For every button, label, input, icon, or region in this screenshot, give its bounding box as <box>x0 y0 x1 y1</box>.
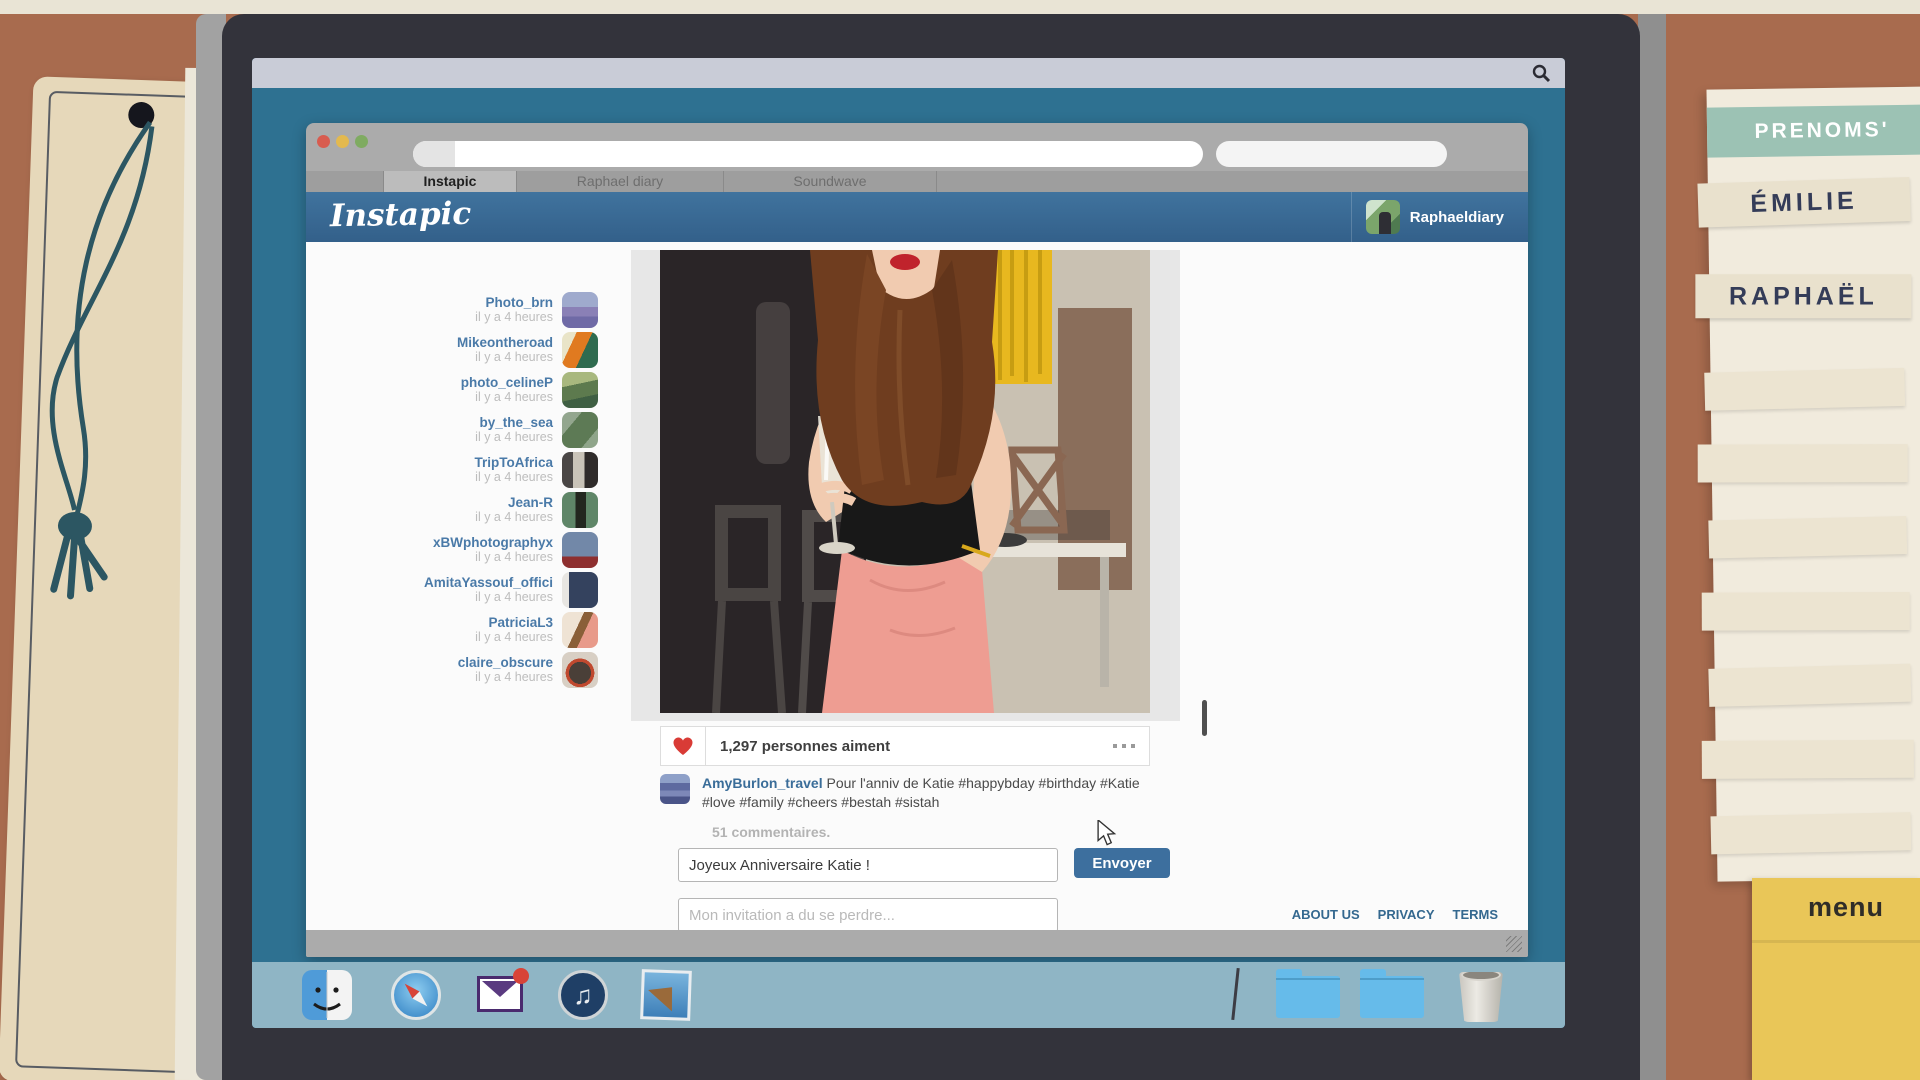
likes-count: 1,297 personnes aiment <box>706 738 890 755</box>
screen: Instapic Raphael diary Soundwave Instapi… <box>252 58 1565 1028</box>
list-item[interactable]: Jean-Ril y a 4 heures <box>306 490 598 530</box>
folder-icon[interactable] <box>1360 976 1424 1018</box>
page-footer: ABOUT US PRIVACY TERMS <box>1292 907 1498 922</box>
likes-bar: 1,297 personnes aiment <box>660 726 1150 766</box>
user-thumb[interactable] <box>562 452 598 488</box>
monitor: Instapic Raphael diary Soundwave Instapi… <box>222 14 1640 1080</box>
send-comment-button[interactable]: Envoyer <box>1074 848 1170 878</box>
tab-raphael-diary[interactable]: Raphael diary <box>516 171 724 192</box>
finder-icon[interactable] <box>302 970 352 1020</box>
comment-compose-row: Envoyer <box>678 848 1180 882</box>
os-menubar <box>252 58 1565 88</box>
browser-statusbar <box>306 930 1528 957</box>
instapic-page: Instapic Raphaeldiary Photo_brnil y a 4 … <box>306 192 1528 930</box>
user-thumb[interactable] <box>562 292 598 328</box>
address-bar[interactable] <box>413 141 1203 167</box>
recent-users-list: Photo_brnil y a 4 heures Mikeontheroadil… <box>306 290 598 690</box>
author-avatar[interactable] <box>660 774 690 804</box>
page-scrollbar[interactable] <box>1202 700 1207 736</box>
names-panel: PRENOMS' ÉMILIE RAPHAËL <box>1706 86 1920 881</box>
mouse-cursor <box>1096 820 1118 846</box>
comment-input[interactable] <box>678 848 1058 882</box>
browser-window: Instapic Raphael diary Soundwave Instapi… <box>306 123 1528 957</box>
trash-icon[interactable] <box>1459 972 1503 1022</box>
name-tape-emilie: ÉMILIE <box>1697 177 1910 228</box>
browser-search-field[interactable] <box>1216 141 1447 167</box>
list-item[interactable]: by_the_seail y a 4 heures <box>306 410 598 450</box>
account-avatar <box>1366 200 1400 234</box>
user-thumb[interactable] <box>562 412 598 448</box>
user-thumb[interactable] <box>562 652 598 688</box>
tab-instapic[interactable]: Instapic <box>383 171 517 192</box>
post-photo[interactable] <box>660 250 1150 713</box>
instapic-header: Instapic Raphaeldiary <box>306 192 1528 242</box>
blank-tape <box>1702 740 1914 779</box>
mail-icon[interactable] <box>475 970 525 1020</box>
tab-soundwave[interactable]: Soundwave <box>723 171 937 192</box>
footer-link-terms[interactable]: TERMS <box>1453 907 1499 922</box>
zoom-window-button[interactable] <box>355 135 368 148</box>
account-menu[interactable]: Raphaeldiary <box>1351 192 1518 242</box>
blank-tape <box>1698 444 1908 482</box>
dock: ♫ <box>252 962 1565 1028</box>
user-thumb[interactable] <box>562 372 598 408</box>
blank-tape <box>1702 592 1910 631</box>
favicon-slot <box>413 141 455 167</box>
blank-tape <box>1710 812 1911 854</box>
second-comment-input[interactable] <box>678 898 1058 930</box>
magnifier-icon[interactable] <box>1531 63 1551 83</box>
user-thumb[interactable] <box>562 492 598 528</box>
resize-handle-icon[interactable] <box>1506 936 1522 952</box>
author-name[interactable]: AmyBurlon_travel <box>702 775 823 791</box>
user-thumb[interactable] <box>562 332 598 368</box>
sticky-note-crease <box>1752 940 1920 943</box>
list-item[interactable]: Mikeontheroadil y a 4 heures <box>306 330 598 370</box>
post-caption: AmyBurlon_travel Pour l'anniv de Katie #… <box>660 774 1150 812</box>
like-button[interactable] <box>661 727 706 765</box>
list-item[interactable]: claire_obscureil y a 4 heures <box>306 650 598 690</box>
safari-icon[interactable] <box>391 970 441 1020</box>
names-panel-title: PRENOMS' <box>1707 104 1920 157</box>
dock-divider <box>1231 968 1239 1020</box>
monitor-edge-right <box>1638 14 1666 1080</box>
list-item[interactable]: AmitaYassouf_officiil y a 4 heures <box>306 570 598 610</box>
list-item[interactable]: TripToAfricail y a 4 heures <box>306 450 598 490</box>
photo-frame <box>631 250 1180 721</box>
minimize-window-button[interactable] <box>336 135 349 148</box>
blank-tape <box>1708 664 1911 707</box>
post-options-icon[interactable] <box>1113 744 1135 748</box>
sticky-note-menu[interactable]: menu <box>1752 878 1920 1080</box>
wall-molding <box>0 0 1920 14</box>
list-item[interactable]: Photo_brnil y a 4 heures <box>306 290 598 330</box>
folder-icon[interactable] <box>1276 976 1340 1018</box>
footer-link-privacy[interactable]: PRIVACY <box>1378 907 1435 922</box>
list-item[interactable]: photo_celinePil y a 4 heures <box>306 370 598 410</box>
blank-tape <box>1704 368 1905 411</box>
name-tape-raphael: RAPHAËL <box>1695 274 1911 318</box>
user-thumb[interactable] <box>562 572 598 608</box>
heart-icon <box>672 736 694 756</box>
blank-tape <box>1708 516 1907 558</box>
footer-link-about[interactable]: ABOUT US <box>1292 907 1360 922</box>
close-window-button[interactable] <box>317 135 330 148</box>
user-thumb[interactable] <box>562 532 598 568</box>
photos-icon[interactable] <box>640 969 692 1021</box>
itunes-icon[interactable]: ♫ <box>558 970 608 1020</box>
user-thumb[interactable] <box>562 612 598 648</box>
account-name: Raphaeldiary <box>1410 209 1504 226</box>
sticky-note-text: menu <box>1808 892 1884 923</box>
tab-strip: Instapic Raphael diary Soundwave <box>306 171 1528 192</box>
list-item[interactable]: PatriciaL3il y a 4 heures <box>306 610 598 650</box>
instapic-logo[interactable]: Instapic <box>330 196 472 234</box>
list-item[interactable]: xBWphotographyxil y a 4 heures <box>306 530 598 570</box>
game-scene: Instapic Raphael diary Soundwave Instapi… <box>0 0 1920 1080</box>
